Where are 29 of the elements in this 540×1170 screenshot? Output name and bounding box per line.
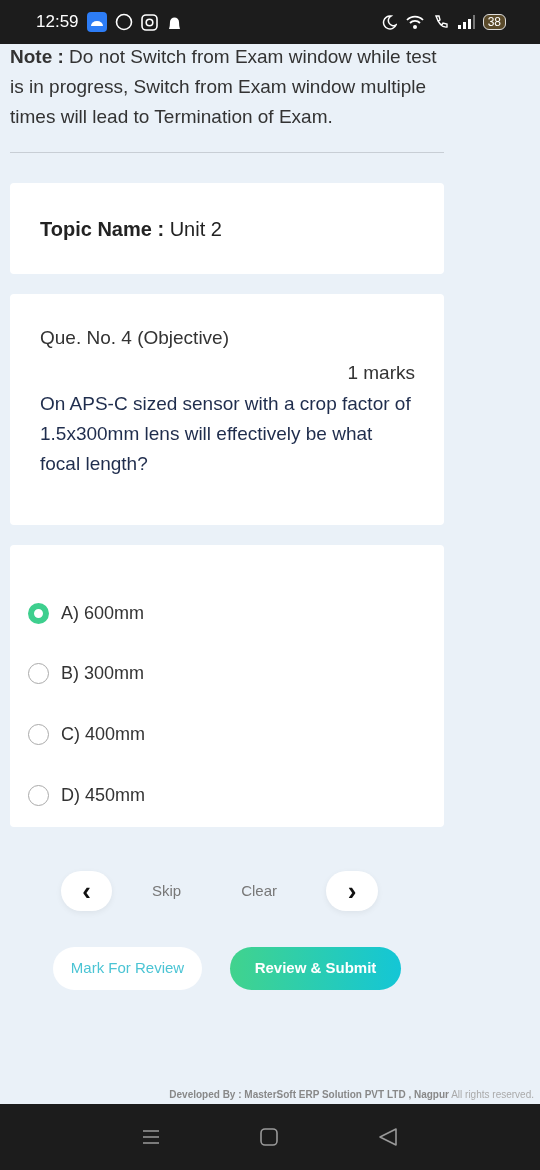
next-button[interactable]: › <box>326 871 379 911</box>
answer-option[interactable]: D) 450mm <box>28 764 145 826</box>
radio-button[interactable] <box>28 724 49 745</box>
question-marks: 1 marks <box>346 360 415 385</box>
camera-icon <box>140 13 158 31</box>
answer-option[interactable]: B) 300mm <box>28 643 145 705</box>
status-time: 12:59 <box>36 11 79 34</box>
previous-button[interactable]: ‹ <box>61 871 112 911</box>
clear-button[interactable]: Clear <box>241 879 278 903</box>
menu-icon[interactable] <box>142 1129 160 1145</box>
question-text: On APS-C sized sensor with a crop factor of 1.5x300mm lens will effectively be what focal length? <box>40 392 412 476</box>
wifi-icon <box>404 14 425 30</box>
radio-button[interactable] <box>28 663 49 685</box>
back-icon[interactable] <box>378 1127 398 1147</box>
question-number: Que. No. 4 (Objective) <box>40 326 231 350</box>
note-text: Note : Do not Switch from Exam window while test is in progress, Switch from Exam window multiple times will lead to Termination of Exam. <box>9 45 438 129</box>
topic-name: Topic Name : Unit 2 <box>40 216 222 242</box>
answer-option[interactable]: A) 600mm <box>28 583 145 644</box>
moon-icon <box>380 14 397 30</box>
battery-level: 38 <box>482 14 506 30</box>
answer-option[interactable]: C) 400mm <box>28 704 145 765</box>
signal-icon <box>456 14 475 30</box>
radio-button[interactable] <box>28 784 49 806</box>
skip-button[interactable]: Skip <box>152 879 182 903</box>
phone-icon <box>432 14 449 30</box>
home-icon[interactable] <box>260 1128 278 1146</box>
radio-button[interactable] <box>28 602 49 624</box>
footer-text: Developed By : MasterSoft ERP Solution PVT LTD , Nagpur All rights reserved. <box>168 1088 535 1102</box>
app-icon <box>86 12 107 32</box>
